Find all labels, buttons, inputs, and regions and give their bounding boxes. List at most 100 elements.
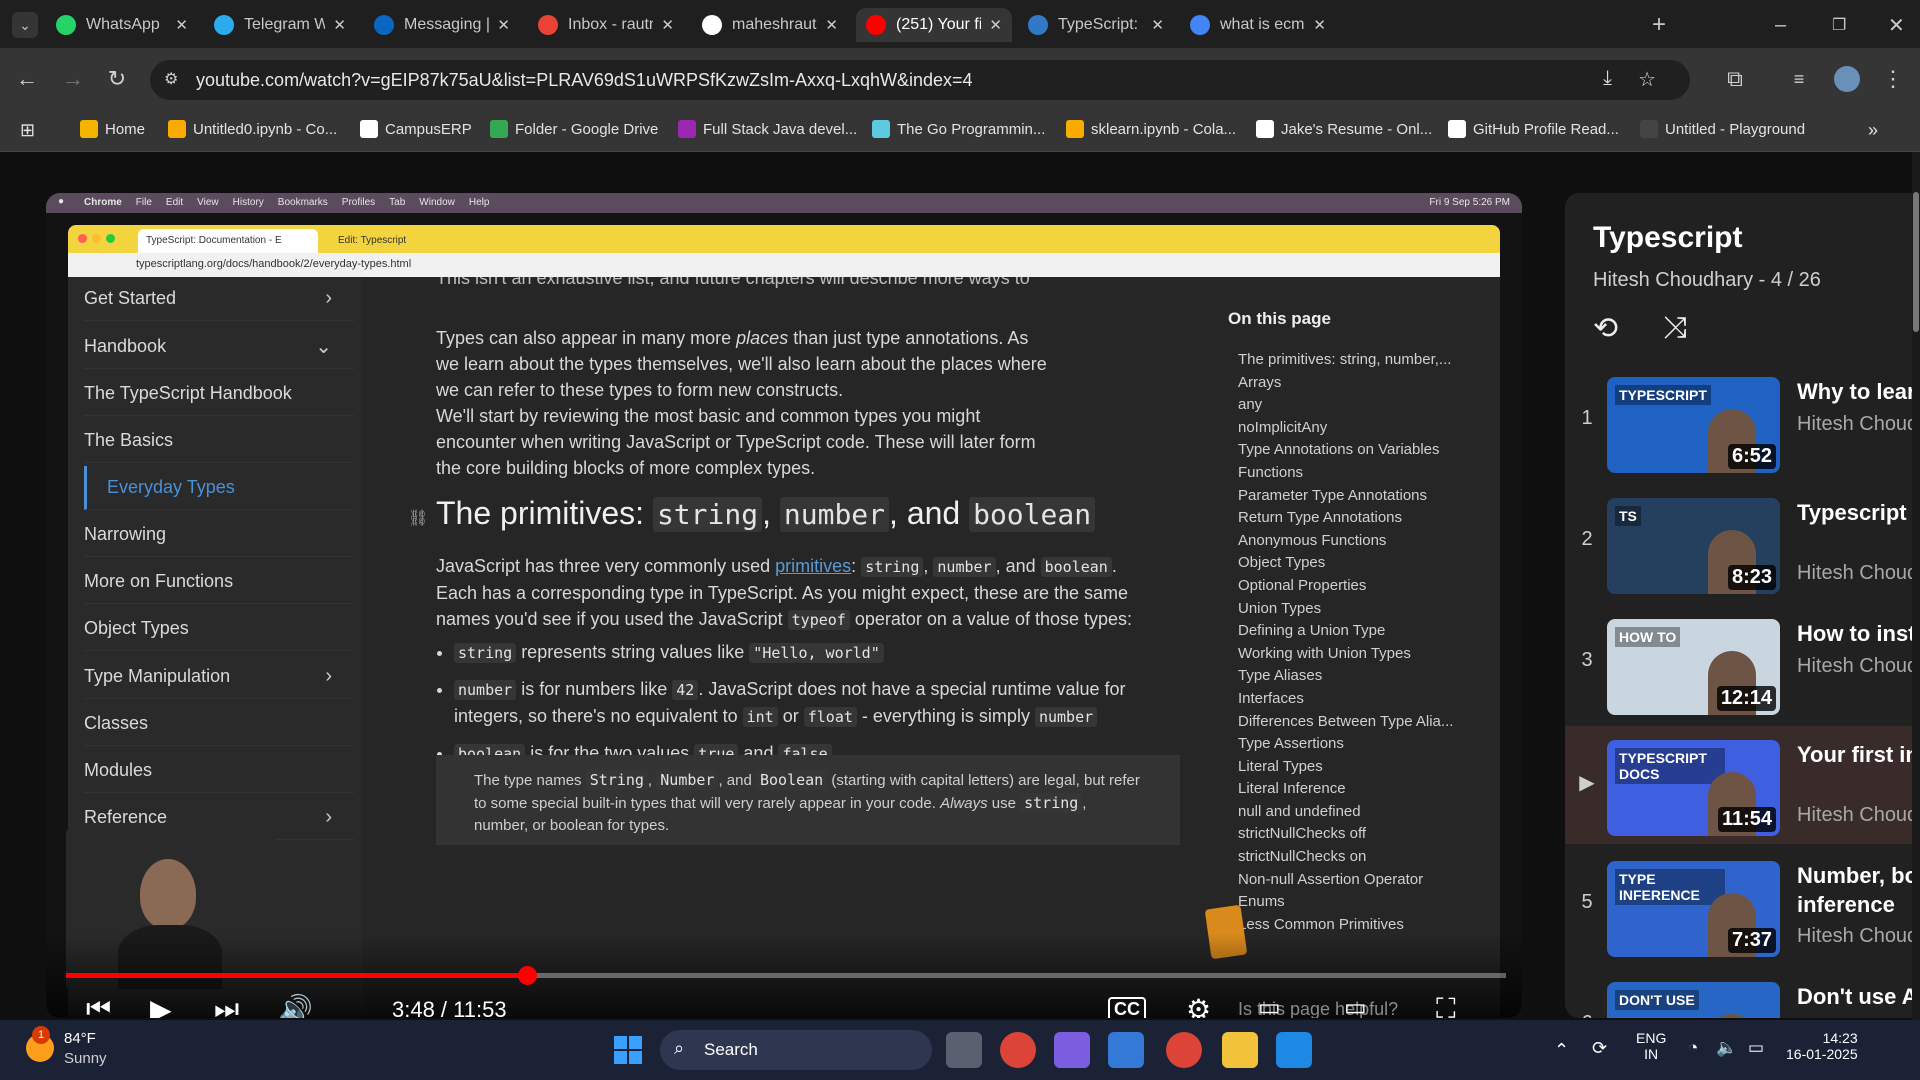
bookmark-item[interactable]: Untitled0.ipynb - Co... [168, 120, 337, 138]
battery-icon[interactable]: ▭ [1748, 1038, 1764, 1058]
captions-button[interactable]: CC [1108, 997, 1146, 1018]
wifi-icon[interactable]: ◔ [1688, 1038, 1698, 1058]
site-info-icon[interactable]: ⚙ [164, 69, 178, 89]
on-this-page-link[interactable]: Type Aliases [1238, 665, 1478, 688]
docs-nav-item[interactable]: More on Functions [84, 560, 354, 604]
language-indicator[interactable]: ENG IN [1636, 1030, 1666, 1062]
task-view-icon[interactable] [946, 1032, 982, 1068]
theater-mode-icon[interactable]: ▭ [1344, 993, 1367, 1018]
profile-avatar[interactable] [1830, 62, 1864, 96]
playlist-item[interactable]: 1 TYPESCRIPT 6:52 Why to learn Hitesh Choud [1565, 363, 1920, 481]
playlist-item[interactable]: 6DON'T USEDon't use ANHitesh Choud [1565, 968, 1920, 1018]
on-this-page-link[interactable]: Parameter Type Annotations [1238, 485, 1478, 508]
on-this-page-link[interactable]: strictNullChecks on [1238, 846, 1478, 869]
minimize-button[interactable]: – [1765, 8, 1795, 42]
bookmark-item[interactable]: GitHub Profile Read... [1448, 120, 1619, 138]
install-app-icon[interactable]: ⤓ [1603, 67, 1612, 90]
on-this-page-link[interactable]: Working with Union Types [1238, 643, 1478, 666]
clock[interactable]: 14:23 16-01-2025 [1786, 1030, 1858, 1062]
video-thumbnail[interactable]: TS 8:23 [1607, 498, 1780, 594]
docs-nav-item[interactable]: The TypeScript Handbook [84, 372, 354, 416]
on-this-page-link[interactable]: Object Types [1238, 552, 1478, 575]
maximize-button[interactable]: ❐ [1822, 8, 1852, 42]
video-thumbnail[interactable]: TYPE INFERENCE 7:37 [1607, 861, 1780, 957]
file-explorer-icon[interactable] [1222, 1032, 1258, 1068]
video-player[interactable]: ● Chrome File Edit View History Bookmarks Prof… [46, 193, 1522, 1018]
docs-nav-item[interactable]: Narrowing [84, 513, 354, 557]
on-this-page-link[interactable]: Differences Between Type Alia... [1238, 711, 1478, 734]
bookmark-item[interactable]: CampusERP [360, 120, 472, 138]
tab-close-icon[interactable]: ✕ [1151, 16, 1164, 34]
on-this-page-link[interactable]: Enums [1238, 891, 1478, 914]
media-controls-icon[interactable]: ≡ [1782, 62, 1816, 96]
primitives-link[interactable]: primitives [775, 556, 851, 576]
playlist-item[interactable]: ▶ TYPESCRIPT DOCS 11:54 Your first int docs… [1565, 726, 1920, 844]
bookmark-item[interactable]: Home [80, 120, 145, 138]
docs-nav-item[interactable]: Modules [84, 749, 354, 793]
tab-close-icon[interactable]: ✕ [175, 16, 188, 34]
speaker-icon[interactable]: 🔈 [1716, 1038, 1737, 1058]
bookmark-item[interactable]: The Go Programmin... [872, 120, 1045, 138]
browser-tab[interactable]: WhatsApp ✕ [46, 8, 198, 42]
extensions-icon[interactable]: ⧉ [1718, 62, 1752, 96]
on-this-page-link[interactable]: Anonymous Functions [1238, 530, 1478, 553]
browser-tab[interactable]: Messaging | Link ✕ [364, 8, 520, 42]
chrome-active-icon[interactable] [1166, 1032, 1202, 1068]
docs-nav-item[interactable]: Object Types [84, 607, 354, 651]
tab-close-icon[interactable]: ✕ [1313, 16, 1326, 34]
progress-bar[interactable] [66, 966, 1506, 985]
apps-grid-icon[interactable]: ⊞ [20, 120, 35, 141]
taskbar-search[interactable]: ⌕ Search [660, 1030, 932, 1070]
more-bookmarks-icon[interactable]: » [1868, 120, 1878, 141]
tab-search-button[interactable]: ⌄ [12, 12, 38, 38]
sync-icon[interactable]: ⟳ [1592, 1038, 1607, 1059]
browser-tab[interactable]: Telegram Web ✕ [204, 8, 356, 42]
on-this-page-link[interactable]: Literal Types [1238, 756, 1478, 779]
docs-nav-item[interactable]: Get Started › [84, 277, 354, 321]
progress-scrubber[interactable] [517, 966, 537, 985]
on-this-page-link[interactable]: any [1238, 394, 1478, 417]
docs-nav-item[interactable]: Everyday Types [84, 466, 354, 510]
browser-tab[interactable]: (251) Your fi ✕ [856, 8, 1012, 42]
on-this-page-link[interactable]: Defining a Union Type [1238, 620, 1478, 643]
browser-tab[interactable]: what is ecmascri ✕ [1180, 8, 1336, 42]
on-this-page-link[interactable]: Interfaces [1238, 688, 1478, 711]
store-icon[interactable] [1108, 1032, 1144, 1068]
playlist-item[interactable]: 5 TYPE INFERENCE 7:37 Number, boo inference… [1565, 847, 1920, 965]
new-tab-button[interactable]: + [1652, 8, 1682, 42]
tab-close-icon[interactable]: ✕ [333, 16, 346, 34]
page-scrollbar[interactable] [1912, 152, 1920, 1020]
on-this-page-link[interactable]: Non-null Assertion Operator [1238, 869, 1478, 892]
on-this-page-link[interactable]: Union Types [1238, 598, 1478, 621]
shuffle-icon[interactable]: ⤨ [1663, 311, 1687, 345]
tray-chevron-icon[interactable]: ⌃ [1554, 1040, 1569, 1061]
bookmark-item[interactable]: Untitled - Playground [1640, 120, 1805, 138]
miniplayer-icon[interactable]: ▭ [1258, 993, 1281, 1018]
on-this-page-link[interactable]: The primitives: string, number,... [1238, 349, 1478, 372]
tab-close-icon[interactable]: ✕ [661, 16, 674, 34]
playlist-item[interactable]: 2 TS 8:23 Typescript i think Hitesh Choud [1565, 484, 1920, 602]
video-thumbnail[interactable]: HOW TO 12:14 [1607, 619, 1780, 715]
forward-button[interactable]: → [56, 62, 90, 96]
on-this-page-link[interactable]: Arrays [1238, 372, 1478, 395]
on-this-page-link[interactable]: null and undefined [1238, 801, 1478, 824]
video-thumbnail[interactable]: TYPESCRIPT 6:52 [1607, 377, 1780, 473]
reload-button[interactable]: ↻ [100, 62, 134, 96]
on-this-page-link[interactable]: noImplicitAny [1238, 417, 1478, 440]
volume-icon[interactable]: 🔊 [278, 993, 313, 1018]
vscode-icon[interactable] [1276, 1032, 1312, 1068]
bookmark-item[interactable]: Jake's Resume - Onl... [1256, 120, 1432, 138]
bookmark-item[interactable]: Full Stack Java devel... [678, 120, 857, 138]
bookmark-star-icon[interactable]: ☆ [1638, 67, 1656, 92]
docs-nav-item[interactable]: Type Manipulation › [84, 655, 354, 699]
close-window-button[interactable]: ✕ [1878, 8, 1908, 42]
menu-icon[interactable]: ⋮ [1876, 62, 1910, 96]
browser-tab[interactable]: TypeScript: Java ✕ [1018, 8, 1174, 42]
windows-start-icon[interactable] [610, 1032, 646, 1068]
browser-tab[interactable]: Inbox - rautmah ✕ [528, 8, 684, 42]
bookmark-item[interactable]: sklearn.ipynb - Cola... [1066, 120, 1236, 138]
previous-button[interactable]: ⏮ [86, 993, 111, 1018]
bookmark-item[interactable]: Folder - Google Drive [490, 120, 658, 138]
on-this-page-link[interactable]: Optional Properties [1238, 575, 1478, 598]
back-button[interactable]: ← [10, 62, 44, 96]
